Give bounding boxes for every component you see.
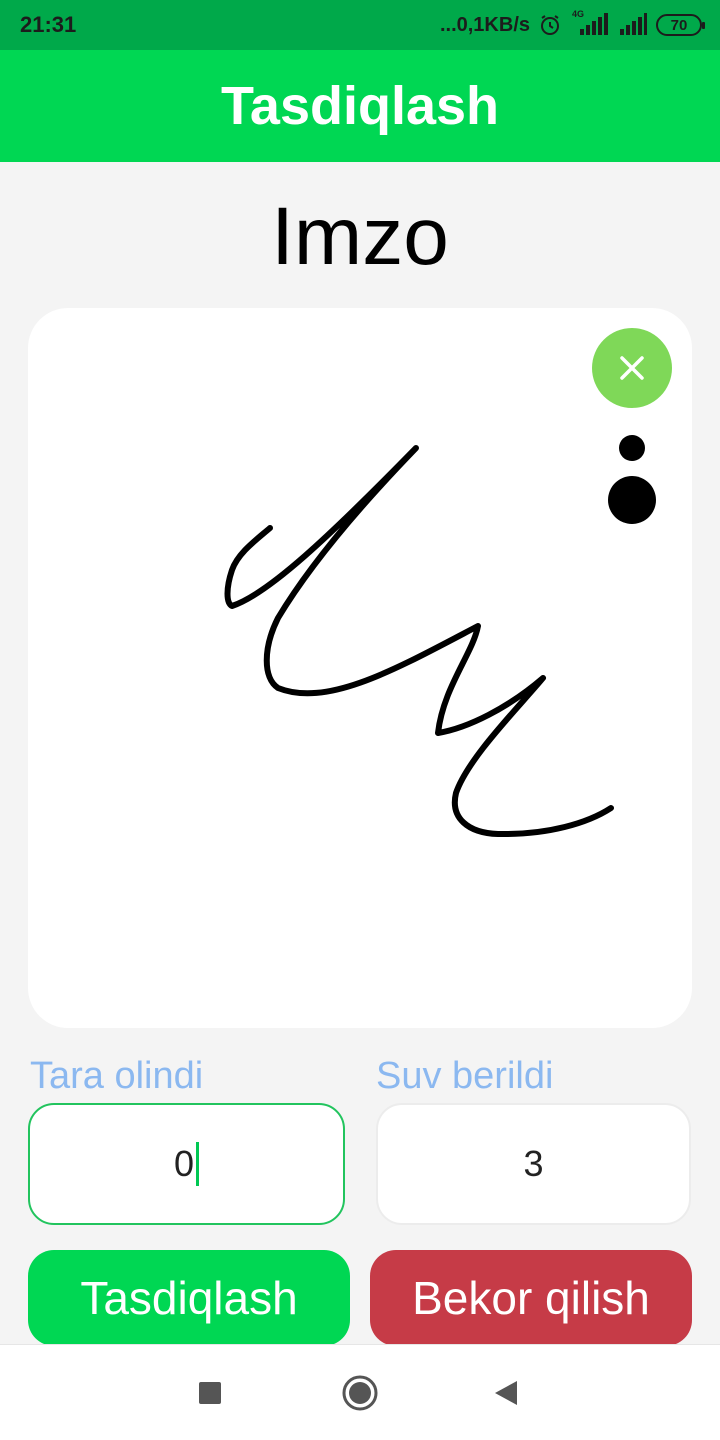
home-button[interactable] <box>320 1345 400 1440</box>
suv-input[interactable]: 3 <box>376 1103 691 1225</box>
confirm-button[interactable]: Tasdiqlash <box>28 1250 350 1346</box>
recents-icon <box>199 1382 221 1404</box>
recents-button[interactable] <box>170 1345 250 1440</box>
tara-input[interactable]: 0 <box>28 1103 345 1225</box>
network-type-label: 4G <box>572 9 585 19</box>
cancel-button-label: Bekor qilish <box>412 1272 650 1324</box>
back-icon <box>495 1381 517 1405</box>
signal-icon: 4G <box>570 9 610 37</box>
status-bar: 21:31 ...0,1KB/s 4G 70 <box>0 0 720 50</box>
status-indicators: ...0,1KB/s 4G 70 <box>439 9 705 39</box>
suv-input-value: 3 <box>523 1143 544 1184</box>
alarm-icon <box>538 13 562 37</box>
signal-icon <box>618 13 648 37</box>
app-title: Tasdiqlash <box>220 76 500 136</box>
back-button[interactable] <box>466 1345 546 1440</box>
tara-input-value: 0 <box>173 1143 195 1184</box>
app-bar: Tasdiqlash <box>0 50 720 162</box>
clear-signature-button[interactable] <box>592 328 672 408</box>
signature-drawing <box>224 445 614 838</box>
battery-level: 70 <box>670 16 688 34</box>
status-time: 21:31 <box>20 12 77 37</box>
cancel-button[interactable]: Bekor qilish <box>370 1250 692 1346</box>
text-caret <box>196 1142 200 1186</box>
confirm-button-label: Tasdiqlash <box>80 1272 298 1324</box>
system-nav-bar <box>0 1344 720 1440</box>
page-title: Imzo <box>271 191 449 282</box>
signature-pad[interactable] <box>28 308 692 1028</box>
battery-icon: 70 <box>656 14 705 36</box>
home-icon <box>342 1375 378 1411</box>
tara-label: Tara olindi <box>30 1055 204 1097</box>
close-icon <box>620 356 644 380</box>
pen-size-small-icon[interactable] <box>619 435 645 461</box>
network-speed: ...0,1KB/s <box>439 13 530 36</box>
suv-label: Suv berildi <box>376 1055 554 1097</box>
pen-size-large-icon[interactable] <box>608 476 656 524</box>
